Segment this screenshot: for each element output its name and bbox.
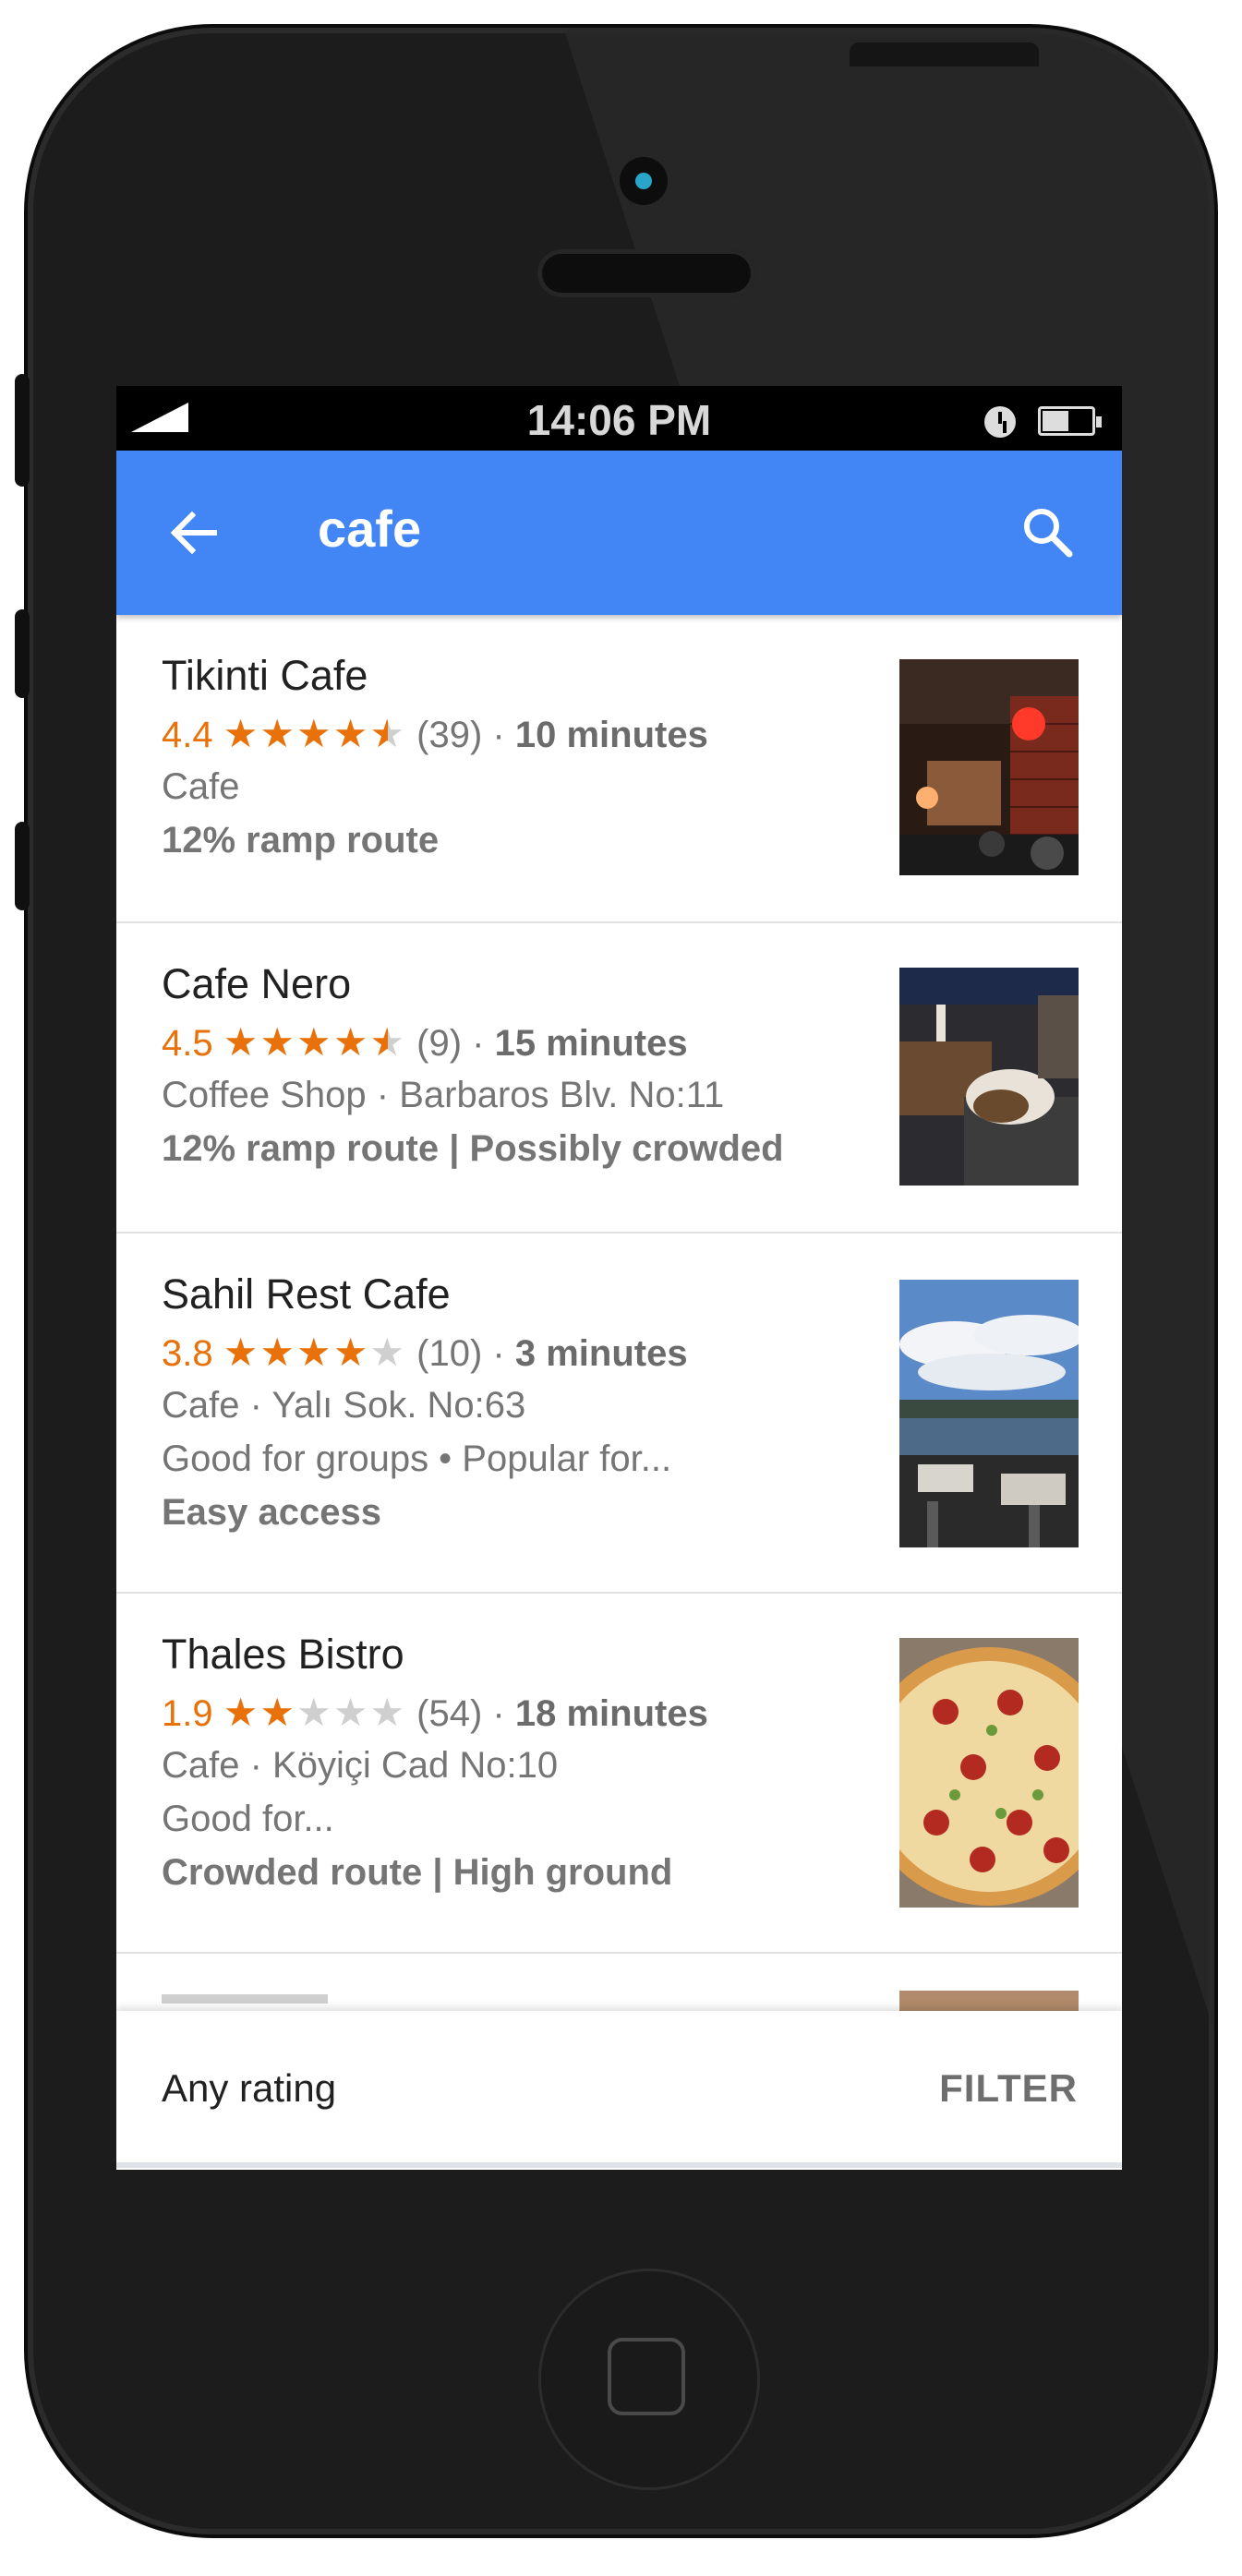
search-app-bar: cafe (116, 451, 1122, 615)
rating-value: 4.4 (162, 715, 213, 755)
review-count: (9) (416, 1023, 463, 1064)
star-icon: ★ (296, 1020, 333, 1064)
search-icon[interactable] (1019, 504, 1075, 560)
rating-row: 1.9 ★★★★★ (54) · 18 minutes (162, 1690, 708, 1735)
front-camera (620, 157, 668, 205)
star-icon: ★ (369, 1330, 407, 1374)
list-item[interactable]: Tikinti Cafe 4.4 ★★★★★ (39) · 10 minutes… (116, 615, 1122, 923)
list-item[interactable]: Thales Bistro 1.9 ★★★★★ (54) · 18 minute… (116, 1594, 1122, 1954)
volume-up-button (15, 609, 30, 698)
star-icon: ★ (259, 1330, 297, 1374)
star-icon: ★ (332, 712, 370, 755)
filter-bar: Any rating FILTER (116, 2011, 1122, 2168)
place-name: Sahil Rest Cafe (162, 1270, 451, 1318)
rating-row: 4.5 ★★★★★ (9) · 15 minutes (162, 1019, 688, 1065)
place-name: Cafe Nero (162, 960, 352, 1007)
rating-row: 4.4 ★★★★★ (39) · 10 minutes (162, 711, 708, 756)
star-icon: ★ (369, 1020, 407, 1064)
accessibility-info: 12% ramp route | Possibly crowded (162, 1128, 784, 1169)
rating-value: 4.5 (162, 1023, 213, 1064)
earpiece-speaker (537, 249, 755, 297)
home-button[interactable] (538, 2269, 760, 2490)
star-icon: ★ (332, 1020, 370, 1064)
travel-time: 3 minutes (514, 1333, 688, 1374)
star-icon: ★ (259, 1691, 297, 1734)
star-icon: ★ (223, 712, 260, 755)
rating-row: 3.8 ★★★★★ (10) · 3 minutes (162, 1330, 688, 1375)
separator: · (492, 715, 505, 755)
star-icon: ★ (259, 712, 297, 755)
accessibility-info: Easy access (162, 1492, 382, 1533)
rating-value: 1.9 (162, 1693, 213, 1734)
place-details: Cafe · Köyiçi Cad No:10 (162, 1745, 559, 1786)
divider (116, 2162, 1122, 2168)
separator: · (472, 1023, 485, 1064)
star-icon: ★ (332, 1330, 370, 1374)
star-icon: ★ (223, 1330, 260, 1374)
star-icon: ★ (369, 1691, 407, 1734)
star-rating: ★★★★★ (223, 1020, 406, 1064)
accessibility-info: Crowded route | High ground (162, 1852, 673, 1893)
travel-time: 15 minutes (494, 1023, 688, 1064)
rating-filter[interactable]: Any rating (162, 2066, 336, 2111)
rating-value: 3.8 (162, 1333, 213, 1374)
place-name: Tikinti Cafe (162, 652, 368, 699)
review-count: (10) (416, 1333, 483, 1374)
place-details: Cafe (162, 766, 240, 807)
star-icon: ★ (223, 1691, 260, 1734)
list-item[interactable]: Cafe Nero 4.5 ★★★★★ (9) · 15 minutes Cof… (116, 923, 1122, 1234)
star-rating: ★★★★★ (223, 712, 406, 755)
partial-title (162, 1994, 328, 2004)
review-count: (39) (416, 715, 483, 755)
list-item[interactable]: Sahil Rest Cafe 3.8 ★★★★★ (10) · 3 minut… (116, 1234, 1122, 1594)
star-rating: ★★★★★ (223, 1691, 406, 1734)
star-icon: ★ (369, 712, 407, 755)
star-icon: ★ (296, 1330, 333, 1374)
mute-switch (15, 374, 30, 487)
star-icon: ★ (296, 1691, 333, 1734)
review-count: (54) (416, 1693, 483, 1734)
home-button-icon (608, 2338, 685, 2415)
alarm-clock-icon (984, 406, 1016, 438)
place-photo (899, 659, 1079, 875)
star-icon: ★ (259, 1020, 297, 1064)
place-photo (899, 968, 1079, 1186)
status-time: 14:06 PM (526, 396, 712, 444)
star-icon: ★ (332, 1691, 370, 1734)
place-name: Thales Bistro (162, 1631, 404, 1678)
place-highlights: Good for groups • Popular for... (162, 1438, 672, 1479)
separator: · (492, 1333, 505, 1374)
star-icon: ★ (296, 712, 333, 755)
star-icon: ★ (223, 1020, 260, 1064)
place-details: Coffee Shop · Barbaros Blv. No:11 (162, 1075, 725, 1115)
travel-time: 10 minutes (514, 715, 708, 755)
place-photo (899, 1280, 1079, 1547)
place-photo (899, 1638, 1079, 1908)
back-arrow-icon[interactable] (168, 508, 218, 558)
filter-button[interactable]: FILTER (939, 2066, 1078, 2111)
volume-down-button (15, 822, 30, 910)
status-bar: 14:06 PM (116, 386, 1122, 451)
results-list: Tikinti Cafe 4.4 ★★★★★ (39) · 10 minutes… (116, 615, 1122, 2028)
travel-time: 18 minutes (514, 1693, 708, 1734)
phone-screen: 14:06 PM cafe Tikinti Cafe 4.4 ★★★★★ (39… (116, 386, 1122, 2170)
separator: · (492, 1693, 505, 1734)
battery-icon (1038, 406, 1102, 436)
star-rating: ★★★★★ (223, 1330, 406, 1374)
power-button (850, 42, 1039, 66)
search-query[interactable]: cafe (318, 499, 421, 559)
place-highlights: Good for... (162, 1799, 334, 1839)
place-details: Cafe · Yalı Sok. No:63 (162, 1385, 526, 1426)
accessibility-info: 12% ramp route (162, 820, 440, 861)
